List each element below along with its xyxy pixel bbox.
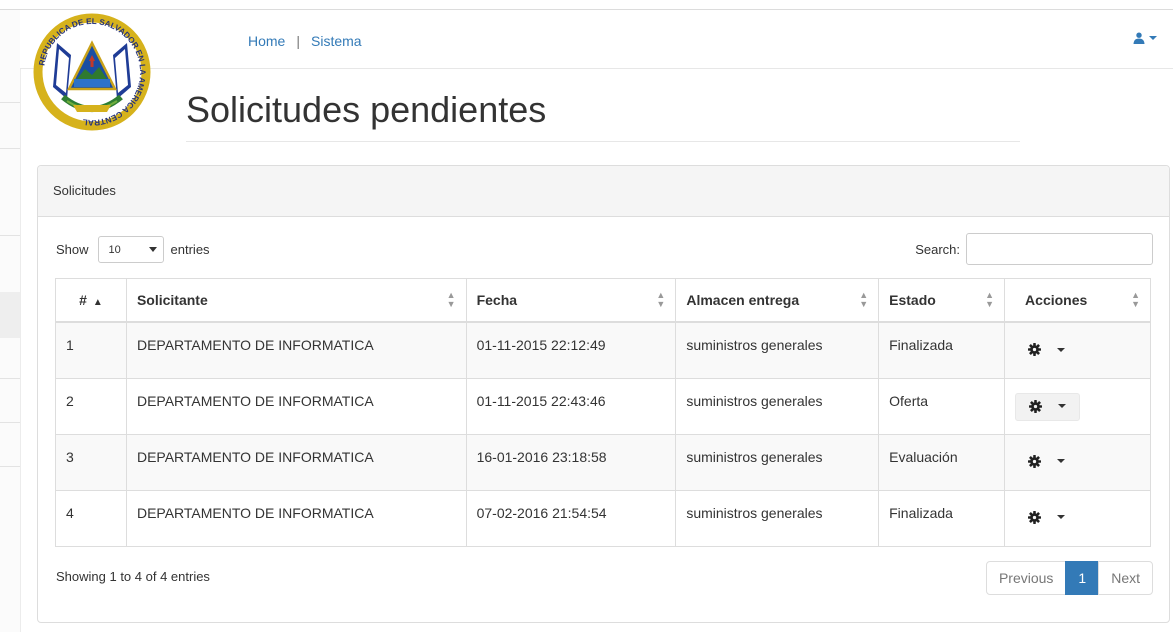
show-label: Show bbox=[56, 242, 89, 257]
chevron-down-icon bbox=[1058, 404, 1067, 408]
cell-almacen: suministros generales bbox=[675, 321, 880, 379]
column-header-estado[interactable]: Estado ▲ ▼ bbox=[878, 278, 1006, 323]
cell-solicitante: DEPARTAMENTO DE INFORMATICA bbox=[125, 377, 467, 435]
next-page-button[interactable]: Next bbox=[1098, 561, 1153, 595]
cell-estado: Finalizada bbox=[878, 321, 1006, 379]
cell-acciones bbox=[1004, 377, 1151, 435]
cell-fecha: 16-01-2016 23:18:58 bbox=[465, 433, 677, 491]
cell-fecha: 01-11-2015 22:12:49 bbox=[465, 321, 677, 379]
cell-number: 4 bbox=[55, 489, 127, 547]
column-header-fecha[interactable]: Fecha ▲ ▼ bbox=[465, 278, 677, 323]
sidebar-strip bbox=[0, 10, 21, 632]
cell-almacen: suministros generales bbox=[675, 433, 880, 491]
cell-acciones bbox=[1004, 321, 1151, 379]
search-label: Search: bbox=[915, 241, 960, 257]
cell-estado: Finalizada bbox=[878, 489, 1006, 547]
table-row: 3 DEPARTAMENTO DE INFORMATICA 16-01-2016… bbox=[55, 433, 1151, 491]
sort-icon: ▲ ▼ bbox=[859, 290, 869, 309]
top-navbar: Home | Sistema bbox=[20, 10, 1173, 69]
cell-fecha: 07-02-2016 21:54:54 bbox=[465, 489, 677, 547]
sort-icon: ▲ ▼ bbox=[985, 290, 995, 309]
sort-icon: ▲ ▼ bbox=[446, 290, 456, 309]
page-title: Solicitudes pendientes bbox=[186, 89, 547, 130]
gear-icon bbox=[1028, 454, 1042, 468]
cell-solicitante: DEPARTAMENTO DE INFORMATICA bbox=[125, 321, 467, 379]
cell-solicitante: DEPARTAMENTO DE INFORMATICA bbox=[125, 489, 467, 547]
cell-number: 2 bbox=[55, 377, 127, 435]
actions-dropdown-button[interactable] bbox=[1015, 392, 1081, 421]
nav-separator: | bbox=[296, 33, 300, 49]
panel-heading: Solicitudes bbox=[38, 166, 1169, 217]
chevron-down-icon bbox=[1057, 347, 1066, 352]
column-header-almacen[interactable]: Almacen entrega ▲ ▼ bbox=[675, 278, 880, 323]
cell-estado: Oferta bbox=[878, 377, 1006, 435]
chevron-down-icon bbox=[1057, 515, 1066, 519]
table-info: Showing 1 to 4 of 4 entries bbox=[56, 569, 210, 584]
sort-asc-icon: ▲ bbox=[92, 297, 103, 308]
actions-dropdown-button[interactable] bbox=[1015, 505, 1078, 531]
search-control: Search: bbox=[915, 233, 1153, 265]
title-divider bbox=[186, 141, 1020, 142]
chevron-down-icon bbox=[1149, 36, 1157, 40]
user-icon bbox=[1133, 32, 1145, 44]
previous-page-button[interactable]: Previous bbox=[985, 561, 1067, 595]
solicitudes-table: # ▲ Solicitante ▲ ▼ Fecha ▲ ▼ Almacen entrega… bbox=[55, 278, 1151, 547]
gear-icon bbox=[1028, 343, 1042, 356]
column-header-acciones[interactable]: Acciones ▲ ▼ bbox=[1004, 278, 1151, 323]
cell-almacen: suministros generales bbox=[675, 489, 880, 547]
cell-number: 1 bbox=[55, 321, 127, 379]
page-length-control: Show 10 entries bbox=[56, 236, 210, 263]
page-length-select[interactable]: 10 bbox=[97, 236, 164, 263]
cell-fecha: 01-11-2015 22:43:46 bbox=[465, 377, 677, 435]
table-row: 1 DEPARTAMENTO DE INFORMATICA 01-11-2015… bbox=[55, 321, 1151, 379]
actions-dropdown-button[interactable] bbox=[1015, 337, 1078, 363]
entries-label: entries bbox=[170, 242, 210, 257]
cell-solicitante: DEPARTAMENTO DE INFORMATICA bbox=[125, 433, 467, 491]
column-header-solicitante[interactable]: Solicitante ▲ ▼ bbox=[125, 278, 467, 323]
cell-acciones bbox=[1004, 489, 1151, 547]
chevron-down-icon bbox=[1057, 459, 1066, 463]
gear-icon bbox=[1029, 399, 1043, 413]
chevron-down-icon bbox=[148, 247, 157, 252]
actions-dropdown-button[interactable] bbox=[1015, 449, 1078, 475]
pagination: Previous 1 Next bbox=[985, 561, 1153, 595]
sort-icon: ▲ ▼ bbox=[656, 290, 666, 309]
page-1-button[interactable]: 1 bbox=[1065, 561, 1100, 595]
cell-acciones bbox=[1004, 433, 1151, 491]
cell-number: 3 bbox=[55, 433, 127, 491]
solicitudes-panel: Solicitudes Show 10 entries Search: # ▲ S… bbox=[37, 165, 1170, 623]
cell-almacen: suministros generales bbox=[675, 377, 880, 435]
table-row: 4 DEPARTAMENTO DE INFORMATICA 07-02-2016… bbox=[55, 489, 1151, 547]
nav-home-link[interactable]: Home bbox=[248, 33, 285, 49]
coat-of-arms-logo: REPUBLICA DE EL SALVADOR EN LA AMERICA C… bbox=[33, 13, 151, 131]
search-input[interactable] bbox=[966, 233, 1153, 265]
user-menu[interactable] bbox=[1133, 32, 1157, 44]
page-length-value: 10 bbox=[108, 243, 121, 256]
sort-icon: ▲ ▼ bbox=[1131, 290, 1140, 309]
table-header-row: # ▲ Solicitante ▲ ▼ Fecha ▲ ▼ Almacen entrega… bbox=[55, 278, 1151, 323]
cell-estado: Evaluación bbox=[878, 433, 1006, 491]
nav-links: Home | Sistema bbox=[248, 33, 362, 49]
nav-sistema-link[interactable]: Sistema bbox=[311, 33, 362, 49]
gear-icon bbox=[1028, 510, 1042, 524]
table-row: 2 DEPARTAMENTO DE INFORMATICA 01-11-2015… bbox=[55, 377, 1151, 435]
column-header-number[interactable]: # ▲ bbox=[55, 278, 127, 323]
